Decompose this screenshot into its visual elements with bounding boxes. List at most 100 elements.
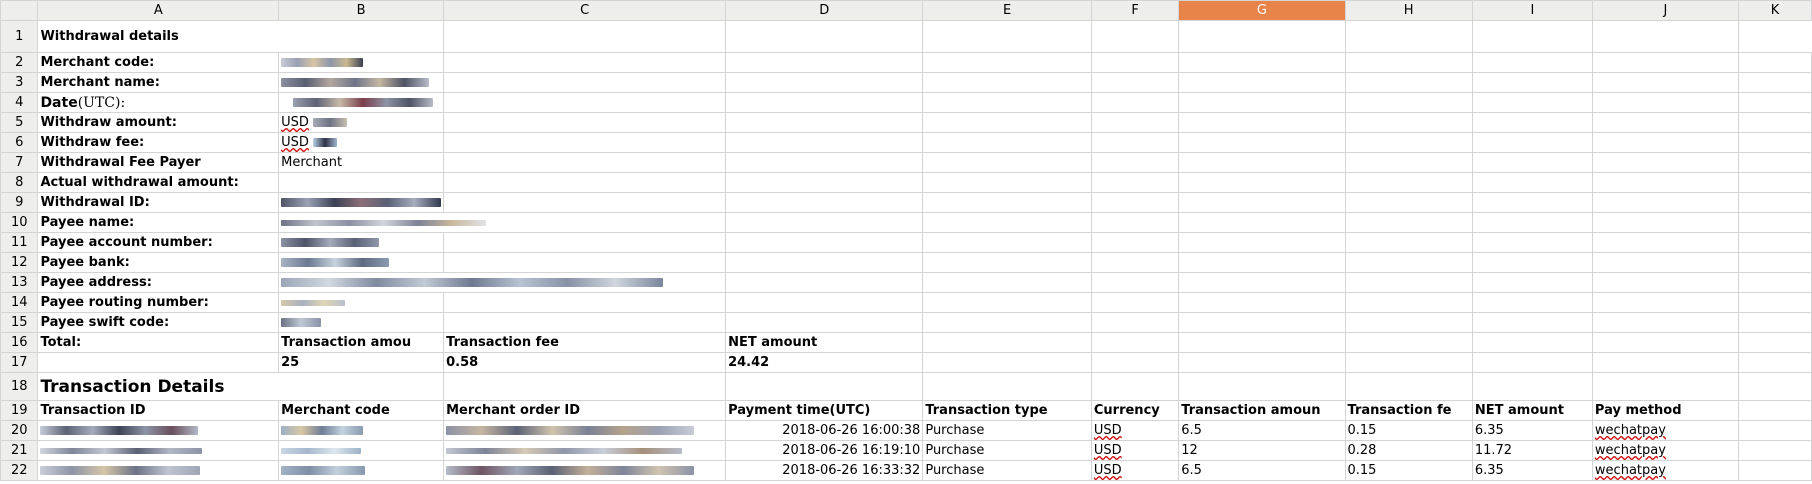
cell[interactable] [1591, 52, 1740, 73]
cell[interactable] [1090, 252, 1180, 273]
cell[interactable] [1471, 72, 1593, 93]
total-net-amount-header[interactable]: NET amount [725, 332, 924, 353]
cell[interactable] [1344, 112, 1473, 133]
cell[interactable] [1591, 212, 1740, 233]
column-header-g-selected[interactable]: G [1178, 0, 1346, 21]
cell[interactable] [1178, 92, 1346, 113]
cell[interactable] [1738, 420, 1812, 441]
cell[interactable] [1471, 372, 1593, 401]
cell[interactable] [1178, 212, 1346, 233]
cell[interactable] [725, 132, 924, 153]
currency[interactable]: USD [1090, 420, 1180, 441]
cell[interactable] [725, 292, 924, 313]
column-header-i[interactable]: I [1471, 0, 1593, 21]
cell[interactable] [725, 72, 924, 93]
cell[interactable] [1471, 112, 1593, 133]
cell[interactable] [443, 192, 727, 213]
cell[interactable] [1591, 152, 1740, 173]
cell[interactable] [1738, 400, 1812, 421]
cell[interactable] [1471, 192, 1593, 213]
net-amount[interactable]: 11.72 [1471, 440, 1593, 461]
cell[interactable] [1344, 212, 1473, 233]
cell[interactable] [922, 152, 1092, 173]
row-header[interactable]: 19 [0, 400, 39, 421]
transaction-amount[interactable]: 6.5 [1178, 420, 1346, 441]
cell[interactable] [1344, 152, 1473, 173]
cell[interactable] [1344, 372, 1473, 401]
merchant-code-redacted[interactable] [278, 460, 445, 481]
cell[interactable] [443, 72, 727, 93]
header-merchant-order-id[interactable]: Merchant order ID [443, 400, 727, 421]
cell[interactable] [1471, 332, 1593, 353]
column-header-d[interactable]: D [725, 0, 924, 21]
cell[interactable] [443, 232, 727, 253]
cell[interactable] [1591, 112, 1740, 133]
cell[interactable] [443, 20, 727, 53]
cell[interactable] [1344, 92, 1473, 113]
total-transaction-fee-value[interactable]: 0.58 [443, 352, 727, 373]
cell[interactable] [1738, 232, 1812, 253]
withdrawal-details-title[interactable]: Withdrawal details [37, 20, 445, 53]
header-transaction-amount[interactable]: Transaction amoun [1178, 400, 1346, 421]
cell[interactable] [1738, 132, 1812, 153]
cell[interactable] [1738, 152, 1812, 173]
merchant-code-redacted[interactable] [278, 420, 445, 441]
cell[interactable] [1090, 332, 1180, 353]
header-transaction-id[interactable]: Transaction ID [37, 400, 280, 421]
payment-time[interactable]: 2018-06-26 16:19:10 [725, 440, 924, 461]
cell[interactable] [1738, 272, 1812, 293]
cell[interactable] [1090, 20, 1180, 53]
cell[interactable] [922, 352, 1092, 373]
currency[interactable]: USD [1090, 460, 1180, 481]
cell[interactable] [1591, 20, 1740, 53]
cell[interactable] [1738, 92, 1812, 113]
row-header[interactable]: 5 [0, 112, 39, 133]
cell[interactable] [1591, 252, 1740, 273]
cell[interactable] [443, 252, 727, 273]
transaction-id-redacted[interactable] [37, 420, 280, 441]
cell[interactable] [1591, 352, 1740, 373]
cell[interactable] [1591, 292, 1740, 313]
cell[interactable] [1471, 52, 1593, 73]
pay-method[interactable]: wechatpay [1591, 460, 1740, 481]
cell[interactable] [1344, 332, 1473, 353]
cell[interactable] [1591, 312, 1740, 333]
cell[interactable] [1090, 292, 1180, 313]
transaction-fee[interactable]: 0.28 [1344, 440, 1473, 461]
cell[interactable] [725, 192, 924, 213]
cell[interactable] [1471, 212, 1593, 233]
cell[interactable] [278, 172, 445, 193]
transaction-amount[interactable]: 12 [1178, 440, 1346, 461]
cell[interactable] [725, 272, 924, 293]
header-currency[interactable]: Currency [1090, 400, 1180, 421]
cell[interactable] [922, 52, 1092, 73]
actual-withdrawal-amount-label[interactable]: Actual withdrawal amount: [37, 172, 280, 193]
cell[interactable] [1344, 172, 1473, 193]
withdraw-amount-label[interactable]: Withdraw amount: [37, 112, 280, 133]
cell[interactable] [1178, 172, 1346, 193]
cell[interactable] [725, 232, 924, 253]
header-transaction-fee[interactable]: Transaction fe [1344, 400, 1473, 421]
row-header[interactable]: 17 [0, 352, 39, 373]
cell[interactable] [725, 152, 924, 173]
row-header[interactable]: 14 [0, 292, 39, 313]
pay-method[interactable]: wechatpay [1591, 440, 1740, 461]
cell[interactable] [1178, 52, 1346, 73]
cell[interactable] [443, 92, 727, 113]
cell[interactable] [922, 332, 1092, 353]
cell[interactable] [1344, 232, 1473, 253]
cell[interactable] [1471, 252, 1593, 273]
total-net-amount-value[interactable]: 24.42 [725, 352, 924, 373]
cell[interactable] [1738, 252, 1812, 273]
cell[interactable] [1090, 132, 1180, 153]
payment-time[interactable]: 2018-06-26 16:33:32 [725, 460, 924, 481]
cell[interactable] [725, 212, 924, 233]
payee-bank-label[interactable]: Payee bank: [37, 252, 280, 273]
cell[interactable] [1591, 332, 1740, 353]
withdraw-fee-label[interactable]: Withdraw fee: [37, 132, 280, 153]
cell[interactable] [1178, 152, 1346, 173]
total-transaction-fee-header[interactable]: Transaction fee [443, 332, 727, 353]
transaction-details-title[interactable]: Transaction Details [37, 372, 445, 401]
cell[interactable] [1090, 172, 1180, 193]
merchant-code-value-redacted[interactable] [278, 52, 445, 73]
